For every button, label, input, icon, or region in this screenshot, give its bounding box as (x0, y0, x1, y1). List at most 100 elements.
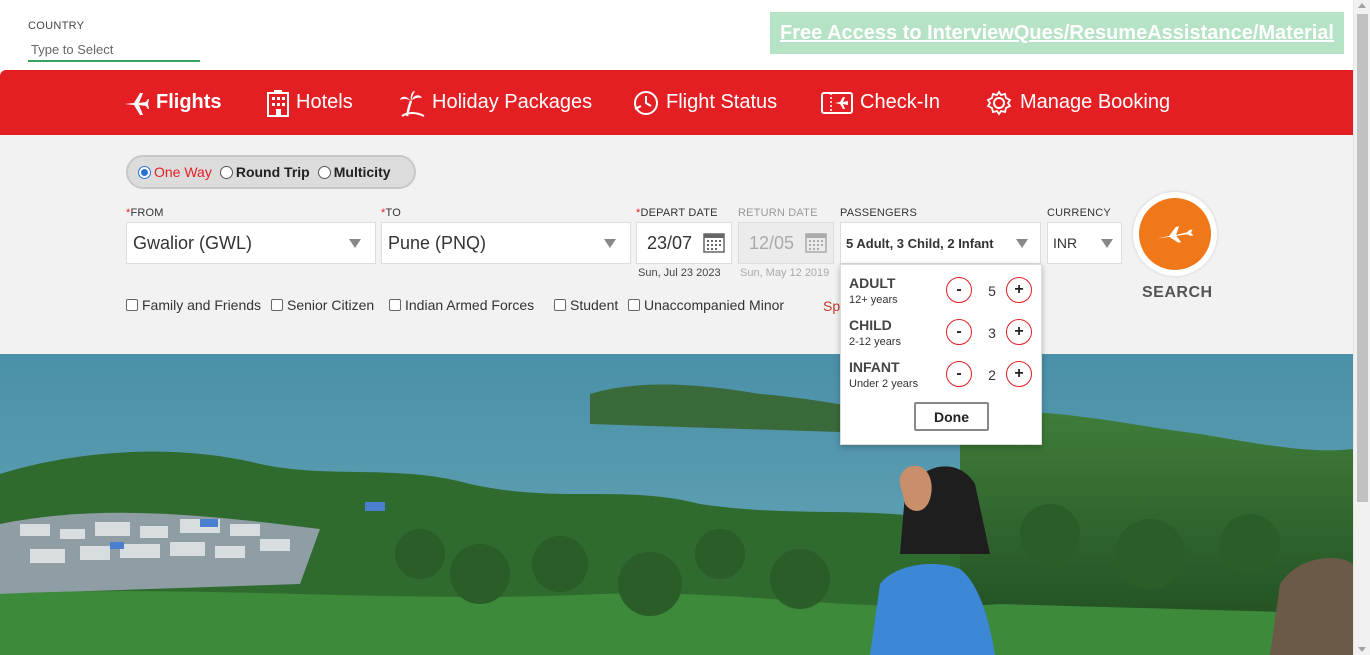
infant-title: INFANT (849, 359, 900, 375)
passengers-label: PASSENGERS (840, 207, 917, 219)
checkbox-unaccompanied-minor[interactable]: Unaccompanied Minor (628, 297, 784, 313)
ticket-icon (821, 91, 853, 114)
nav-flight-status-label: Flight Status (666, 91, 778, 113)
checkbox-label: Unaccompanied Minor (644, 297, 785, 313)
country-selector: COUNTRY (28, 20, 200, 62)
palm-tree-icon (400, 90, 425, 117)
currency-label: CURRENCY (1047, 207, 1111, 219)
to-select[interactable]: Pune (PNQ) (381, 222, 631, 264)
nav-hotels[interactable]: Hotels (266, 70, 353, 135)
chevron-down-icon (604, 239, 616, 248)
plane-icon (125, 92, 149, 115)
passengers-select[interactable]: 5 Adult, 3 Child, 2 Infant (840, 222, 1041, 264)
special-assistance-link[interactable]: Sp (823, 298, 840, 314)
depart-date-field[interactable]: 23/07 (636, 222, 732, 264)
infant-plus-button[interactable]: + (1006, 361, 1032, 387)
child-minus-button[interactable]: - (946, 319, 972, 345)
plane-icon (1157, 226, 1194, 243)
infant-sub: Under 2 years (849, 378, 919, 390)
checkbox-label: Family and Friends (142, 297, 262, 313)
checkbox-label: Indian Armed Forces (405, 297, 535, 313)
hero-image (0, 354, 1353, 655)
from-select[interactable]: Gwalior (GWL) (126, 222, 376, 264)
return-date-sub: Sun, May 12 2019 (740, 267, 830, 279)
infant-minus-button[interactable]: - (946, 361, 972, 387)
calendar-icon[interactable] (703, 231, 725, 253)
checkbox-box[interactable] (271, 299, 283, 311)
adult-sub: 12+ years (849, 294, 898, 306)
to-label: *TO (381, 207, 401, 219)
trip-one-way[interactable]: One Way (138, 164, 212, 180)
nav-manage-booking[interactable]: Manage Booking (984, 70, 1170, 135)
clock-icon (634, 90, 658, 115)
nav-flights[interactable]: Flights (122, 70, 222, 135)
checkbox-box[interactable] (554, 299, 566, 311)
scrollbar-thumb[interactable] (1357, 14, 1368, 502)
round-trip-radio[interactable] (219, 165, 233, 179)
calendar-icon (805, 233, 827, 253)
adult-plus-button[interactable]: + (1006, 277, 1032, 303)
checkbox-family-friends[interactable]: Family and Friends (126, 297, 261, 313)
promo-link[interactable]: Free Access to InterviewQues/ResumeAssis… (780, 22, 1334, 45)
return-date-field: 12/05 (738, 222, 834, 264)
trip-round-trip[interactable]: Round Trip (219, 164, 310, 180)
child-row: CHILD 2-12 years - 3 + (849, 317, 1035, 353)
child-sub: 2-12 years (849, 336, 901, 348)
depart-date-value: 23/07 (647, 232, 693, 253)
scroll-down-icon[interactable] (1358, 647, 1366, 652)
checkbox-label: Student (570, 297, 619, 313)
building-icon (267, 89, 289, 117)
adult-row: ADULT 12+ years - 5 + (849, 275, 1035, 311)
adult-title: ADULT (849, 275, 896, 291)
from-label: *FROM (126, 207, 164, 219)
country-label: COUNTRY (28, 20, 85, 32)
trip-type-toggle: One Way Round Trip Multicity (126, 155, 416, 189)
checkbox-box[interactable] (628, 299, 640, 311)
promo-banner: Free Access to InterviewQues/ResumeAssis… (770, 12, 1344, 54)
search-button[interactable] (1133, 192, 1217, 276)
hero-illustration (0, 354, 1353, 655)
to-value: Pune (PNQ) (388, 232, 487, 253)
child-count: 3 (988, 325, 996, 341)
return-date-value: 12/05 (749, 232, 795, 253)
currency-select[interactable]: INR (1047, 222, 1122, 264)
infant-count: 2 (988, 367, 996, 383)
nav-holiday-packages[interactable]: Holiday Packages (398, 70, 592, 135)
adult-minus-button[interactable]: - (946, 277, 972, 303)
nav-holiday-label: Holiday Packages (432, 91, 593, 113)
nav-flight-status[interactable]: Flight Status (632, 70, 777, 135)
done-button[interactable]: Done (914, 402, 989, 431)
currency-value: INR (1053, 235, 1078, 251)
chevron-down-icon (349, 239, 361, 248)
checkbox-student[interactable]: Student (554, 297, 618, 313)
checkbox-box[interactable] (389, 299, 401, 311)
nav-hotels-label: Hotels (296, 91, 353, 113)
trip-multicity[interactable]: Multicity (317, 164, 391, 180)
search-panel: One Way Round Trip Multicity *FROM Gwali… (0, 135, 1353, 354)
chevron-down-icon (1101, 239, 1113, 248)
one-way-radio[interactable] (138, 165, 151, 179)
child-plus-button[interactable]: + (1006, 319, 1032, 345)
page-scrollbar[interactable] (1353, 0, 1370, 655)
multicity-label: Multicity (333, 164, 391, 180)
nav-flights-label: Flights (156, 91, 222, 113)
passengers-value: 5 Adult, 3 Child, 2 Infant (846, 235, 994, 251)
checkbox-box[interactable] (126, 299, 138, 311)
country-input[interactable] (28, 38, 200, 62)
multicity-radio[interactable] (317, 165, 331, 179)
from-value: Gwalior (GWL) (133, 232, 253, 253)
nav-check-in-label: Check-In (860, 91, 941, 113)
main-navbar: Flights Hotels Holiday Packages Flight S… (0, 70, 1353, 135)
gear-icon (986, 89, 1012, 116)
adult-count: 5 (988, 283, 996, 299)
checkbox-armed-forces[interactable]: Indian Armed Forces (389, 297, 534, 313)
scroll-up-icon[interactable] (1358, 3, 1366, 8)
search-button-inner (1139, 198, 1211, 270)
checkbox-senior-citizen[interactable]: Senior Citizen (271, 297, 374, 313)
one-way-label: One Way (154, 164, 212, 180)
infant-row: INFANT Under 2 years - 2 + (849, 359, 1035, 395)
nav-check-in[interactable]: Check-In (820, 70, 940, 135)
depart-label: *DEPART DATE (636, 207, 718, 219)
passenger-popup: ADULT 12+ years - 5 + CHILD 2-12 years -… (840, 264, 1042, 445)
child-title: CHILD (849, 317, 892, 333)
